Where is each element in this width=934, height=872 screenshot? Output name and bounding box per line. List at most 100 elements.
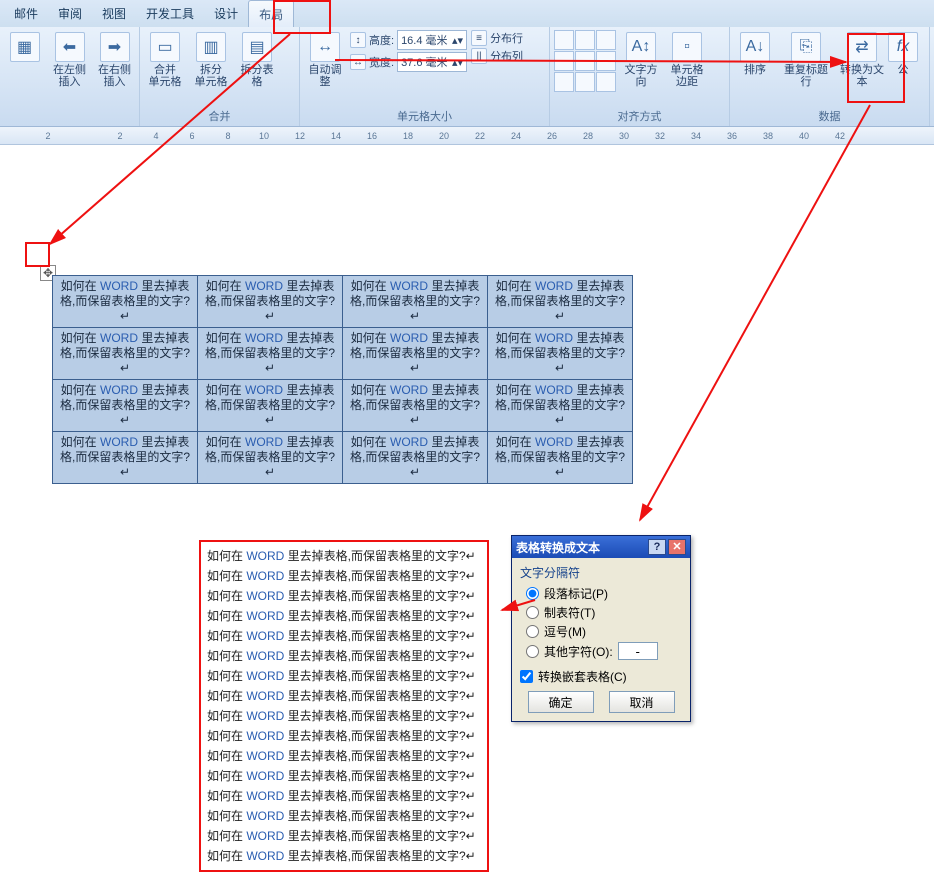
text-direction-icon: A↕	[626, 32, 656, 62]
radio-other[interactable]: 其他字符(O):	[526, 642, 682, 660]
cell-margin-icon: ▫	[672, 32, 702, 62]
table-cell[interactable]: 如何在 WORD 里去掉表格,而保留表格里的文字?↵	[198, 328, 343, 380]
btn-split-table[interactable]: ▤拆分表格	[236, 30, 278, 90]
converted-line: 如何在 WORD 里去掉表格,而保留表格里的文字?↵	[207, 726, 481, 746]
table-cell[interactable]: 如何在 WORD 里去掉表格,而保留表格里的文字?↵	[488, 432, 633, 484]
btn-autofit[interactable]: ↔自动调整	[304, 30, 346, 90]
converted-line: 如何在 WORD 里去掉表格,而保留表格里的文字?↵	[207, 606, 481, 626]
table-cell[interactable]: 如何在 WORD 里去掉表格,而保留表格里的文字?↵	[53, 380, 198, 432]
group-cellsize-label: 单元格大小	[304, 107, 545, 125]
table-cell[interactable]: 如何在 WORD 里去掉表格,而保留表格里的文字?↵	[343, 276, 488, 328]
table-cell[interactable]: 如何在 WORD 里去掉表格,而保留表格里的文字?↵	[53, 432, 198, 484]
btn-convert-to-text[interactable]: ⇄转换为文本	[836, 30, 888, 90]
insert-left-icon: ⬅	[55, 32, 85, 62]
tab-review[interactable]: 审阅	[48, 0, 92, 27]
table-cell[interactable]: 如何在 WORD 里去掉表格,而保留表格里的文字?↵	[488, 380, 633, 432]
tab-design[interactable]: 设计	[204, 0, 248, 27]
height-label: 高度:	[369, 32, 394, 48]
btn-formula[interactable]: fx公	[892, 30, 914, 78]
converted-line: 如何在 WORD 里去掉表格,而保留表格里的文字?↵	[207, 806, 481, 826]
tab-layout[interactable]: 布局	[248, 0, 294, 27]
dialog-close-button[interactable]: ✕	[668, 539, 686, 555]
converted-line: 如何在 WORD 里去掉表格,而保留表格里的文字?↵	[207, 646, 481, 666]
group-data-label: 数据	[734, 107, 925, 125]
table-cell[interactable]: 如何在 WORD 里去掉表格,而保留表格里的文字?↵	[53, 328, 198, 380]
split-table-icon: ▤	[242, 32, 272, 62]
ribbon: ▦ ⬅在左侧插入 ➡在右侧插入 ▭合并 单元格 ▥拆分 单元格 ▤拆分表格 合并…	[0, 27, 934, 127]
table-cell[interactable]: 如何在 WORD 里去掉表格,而保留表格里的文字?↵	[488, 276, 633, 328]
radio-paragraph[interactable]: 段落标记(P)	[526, 585, 682, 602]
width-label: 宽度:	[369, 54, 394, 70]
dialog-titlebar[interactable]: 表格转换成文本 ? ✕	[512, 536, 690, 558]
alignment-grid[interactable]	[554, 30, 616, 92]
dialog-title: 表格转换成文本	[516, 539, 600, 556]
table-cell[interactable]: 如何在 WORD 里去掉表格,而保留表格里的文字?↵	[53, 276, 198, 328]
btn-insert-left[interactable]: ⬅在左侧插入	[49, 30, 90, 90]
converted-line: 如何在 WORD 里去掉表格,而保留表格里的文字?↵	[207, 746, 481, 766]
table-cell[interactable]: 如何在 WORD 里去掉表格,而保留表格里的文字?↵	[343, 380, 488, 432]
page[interactable]: ✥ 如何在 WORD 里去掉表格,而保留表格里的文字?↵如何在 WORD 里去掉…	[22, 175, 742, 835]
btn-sort[interactable]: A↓排序	[734, 30, 776, 78]
convert-icon: ⇄	[847, 32, 877, 62]
dialog-help-button[interactable]: ?	[648, 539, 666, 555]
other-char-input[interactable]	[618, 642, 658, 660]
btn-cell-margins[interactable]: ▫单元格 边距	[666, 30, 708, 90]
table-cell[interactable]: 如何在 WORD 里去掉表格,而保留表格里的文字?↵	[343, 328, 488, 380]
width-spinner[interactable]: 37.6 毫米▴▾	[397, 52, 467, 72]
converted-line: 如何在 WORD 里去掉表格,而保留表格里的文字?↵	[207, 766, 481, 786]
split-icon: ▥	[196, 32, 226, 62]
converted-line: 如何在 WORD 里去掉表格,而保留表格里的文字?↵	[207, 786, 481, 806]
btn-repeat-header[interactable]: ⎘重复标题行	[780, 30, 832, 90]
dist-rows[interactable]: 分布行	[490, 30, 523, 46]
convert-table-dialog: 表格转换成文本 ? ✕ 文字分隔符 段落标记(P) 制表符(T) 逗号(M) 其…	[511, 535, 691, 722]
radio-tab[interactable]: 制表符(T)	[526, 604, 682, 621]
converted-line: 如何在 WORD 里去掉表格,而保留表格里的文字?↵	[207, 686, 481, 706]
table-cell[interactable]: 如何在 WORD 里去掉表格,而保留表格里的文字?↵	[198, 276, 343, 328]
table-icon: ▦	[10, 32, 40, 62]
converted-line: 如何在 WORD 里去掉表格,而保留表格里的文字?↵	[207, 626, 481, 646]
btn-split-cells[interactable]: ▥拆分 单元格	[190, 30, 232, 90]
width-icon: ↔	[350, 54, 366, 70]
document-area: ✥ 如何在 WORD 里去掉表格,而保留表格里的文字?↵如何在 WORD 里去掉…	[0, 145, 934, 836]
btn-rows-dropdown[interactable]: ▦	[4, 30, 45, 78]
repeat-header-icon: ⎘	[791, 32, 821, 62]
insert-right-icon: ➡	[100, 32, 130, 62]
group-merge-label: 合并	[144, 107, 295, 125]
table-cell[interactable]: 如何在 WORD 里去掉表格,而保留表格里的文字?↵	[198, 380, 343, 432]
converted-line: 如何在 WORD 里去掉表格,而保留表格里的文字?↵	[207, 546, 481, 566]
horizontal-ruler[interactable]: 224681012141618202224262830323436384042	[0, 127, 934, 145]
sort-icon: A↓	[740, 32, 770, 62]
selected-table[interactable]: 如何在 WORD 里去掉表格,而保留表格里的文字?↵如何在 WORD 里去掉表格…	[52, 275, 633, 484]
merge-icon: ▭	[150, 32, 180, 62]
converted-line: 如何在 WORD 里去掉表格,而保留表格里的文字?↵	[207, 666, 481, 686]
formula-icon: fx	[888, 32, 918, 62]
table-cell[interactable]: 如何在 WORD 里去掉表格,而保留表格里的文字?↵	[198, 432, 343, 484]
converted-line: 如何在 WORD 里去掉表格,而保留表格里的文字?↵	[207, 586, 481, 606]
height-spinner[interactable]: 16.4 毫米▴▾	[397, 30, 467, 50]
dist-rows-icon: ≡	[471, 30, 487, 46]
dist-cols-icon: ||	[471, 48, 487, 64]
btn-insert-right[interactable]: ➡在右侧插入	[94, 30, 135, 90]
height-icon: ↕	[350, 32, 366, 48]
group-rows-label	[4, 111, 135, 125]
autofit-icon: ↔	[310, 32, 340, 62]
converted-line: 如何在 WORD 里去掉表格,而保留表格里的文字?↵	[207, 566, 481, 586]
cancel-button[interactable]: 取消	[609, 691, 675, 713]
converted-line: 如何在 WORD 里去掉表格,而保留表格里的文字?↵	[207, 846, 481, 866]
converted-text-box: 如何在 WORD 里去掉表格,而保留表格里的文字?↵如何在 WORD 里去掉表格…	[199, 540, 489, 872]
tab-mail[interactable]: 邮件	[4, 0, 48, 27]
converted-line: 如何在 WORD 里去掉表格,而保留表格里的文字?↵	[207, 706, 481, 726]
ok-button[interactable]: 确定	[528, 691, 594, 713]
tab-devtools[interactable]: 开发工具	[136, 0, 204, 27]
radio-comma[interactable]: 逗号(M)	[526, 623, 682, 640]
btn-text-direction[interactable]: A↕文字方向	[620, 30, 662, 90]
tab-view[interactable]: 视图	[92, 0, 136, 27]
separator-group-label: 文字分隔符	[520, 564, 682, 581]
dist-cols[interactable]: 分布列	[490, 48, 523, 64]
table-cell[interactable]: 如何在 WORD 里去掉表格,而保留表格里的文字?↵	[488, 328, 633, 380]
converted-line: 如何在 WORD 里去掉表格,而保留表格里的文字?↵	[207, 826, 481, 846]
checkbox-nested[interactable]: 转换嵌套表格(C)	[520, 668, 682, 685]
btn-merge-cells[interactable]: ▭合并 单元格	[144, 30, 186, 90]
group-align-label: 对齐方式	[554, 107, 725, 125]
table-cell[interactable]: 如何在 WORD 里去掉表格,而保留表格里的文字?↵	[343, 432, 488, 484]
